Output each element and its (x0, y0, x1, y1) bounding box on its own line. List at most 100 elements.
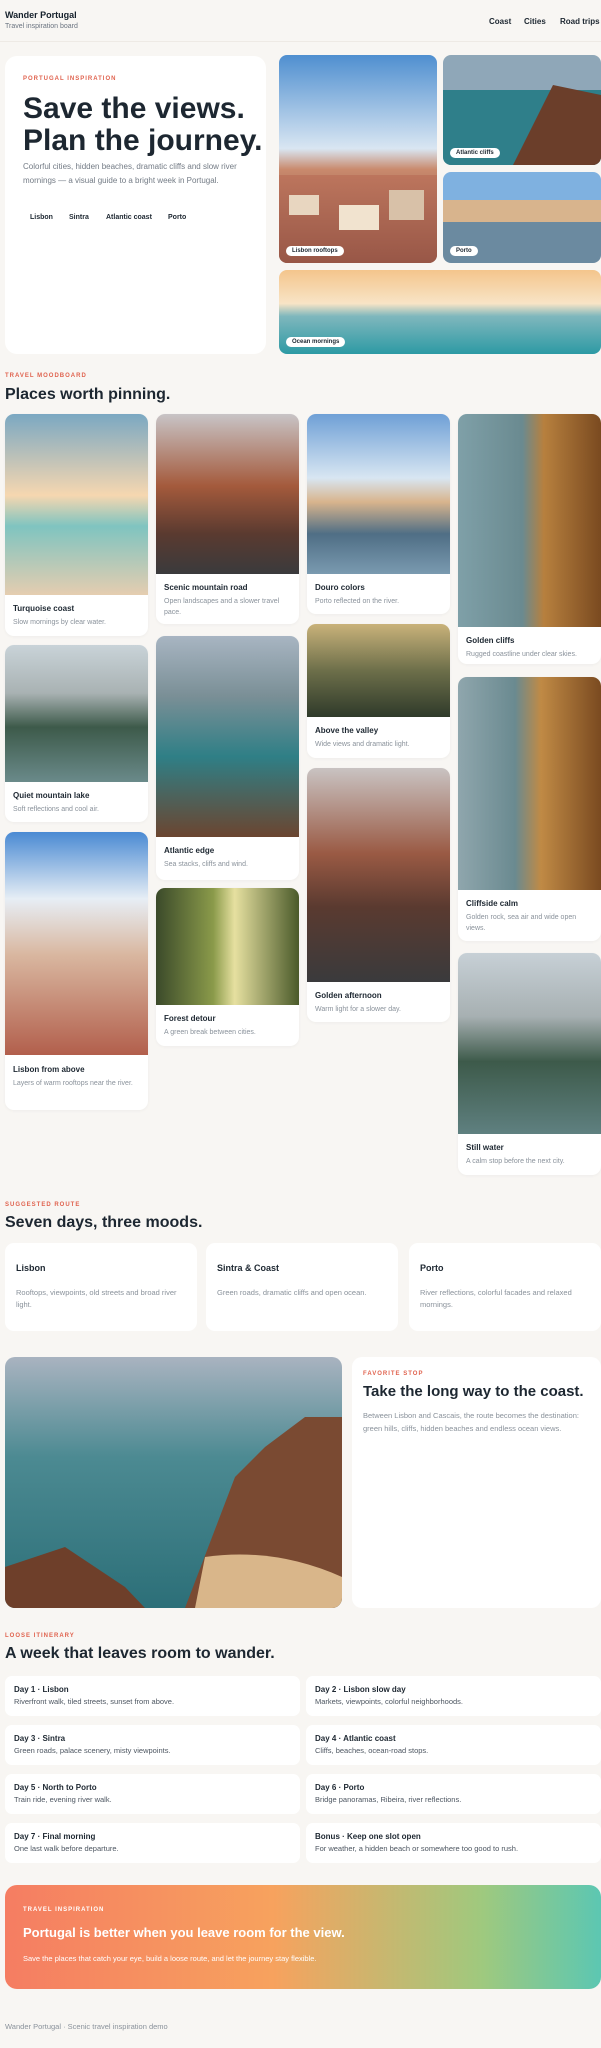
card-turquoise-coast[interactable]: Turquoise coast Slow mornings by clear w… (5, 414, 148, 636)
hero-title-line-1: Save the views. (23, 92, 245, 125)
itinerary-day-1[interactable]: Day 1 · Lisbon Riverfront walk, tiled str… (5, 1676, 300, 1716)
cta-banner: Travel inspiration Portugal is better wh… (5, 1885, 601, 1989)
forest-detour-image (156, 888, 299, 1005)
still-water-image (458, 953, 601, 1134)
caption-atlantic-cliffs: Atlantic cliffs (450, 148, 500, 158)
card-atlantic-edge[interactable]: Atlantic edge Sea stacks, cliffs and win… (156, 636, 299, 880)
brand-name[interactable]: Wander Portugal (5, 10, 77, 20)
card-title: Still water (466, 1143, 504, 1152)
route-card-title: Porto (420, 1263, 444, 1273)
card-desc: Golden rock, sea air and wide open views… (466, 914, 577, 932)
card-scenic-mountain-road[interactable]: Scenic mountain road Open landscapes and… (156, 414, 299, 624)
moodboard-title: Places worth pinning. (5, 386, 171, 403)
card-title: Above the valley (315, 726, 379, 735)
day-desc: Markets, viewpoints, colorful neighborho… (315, 1697, 463, 1706)
day-title: Day 7 · Final morning (14, 1832, 96, 1841)
card-forest-detour[interactable]: Forest detour A green break between citi… (156, 888, 299, 1046)
card-desc: Slow mornings by clear water. (13, 619, 106, 626)
cliffside-calm-image (458, 677, 601, 890)
day-title: Day 4 · Atlantic coast (315, 1734, 396, 1743)
nav-cities[interactable]: Cities (524, 17, 546, 26)
card-title: Golden afternoon (315, 991, 382, 1000)
day-desc: One last walk before departure. (14, 1844, 119, 1853)
card-desc: Soft reflections and cool air. (13, 806, 99, 813)
nav-coast[interactable]: Coast (489, 17, 511, 26)
day-desc: Green roads, palace scenery, misty viewp… (14, 1746, 171, 1755)
photo-lisbon-rooftops[interactable]: Lisbon rooftops (279, 55, 437, 263)
itinerary-day-2[interactable]: Day 2 · Lisbon slow day Markets, viewpoin… (306, 1676, 601, 1716)
photo-atlantic-cliffs[interactable]: Atlantic cliffs (443, 55, 601, 165)
card-quiet-mountain-lake[interactable]: Quiet mountain lake Soft reflections and… (5, 645, 148, 822)
turquoise-coast-image (5, 414, 148, 595)
day-desc: Riverfront walk, tiled streets, sunset f… (14, 1697, 175, 1706)
route-eyebrow: Suggested route (5, 1202, 81, 1208)
favorite-eyebrow: Favorite stop (363, 1371, 424, 1377)
douro-colors-image (307, 414, 450, 574)
card-title: Douro colors (315, 583, 365, 592)
route-card-lisbon[interactable]: Lisbon Rooftops, viewpoints, old streets… (5, 1243, 197, 1331)
route-card-porto[interactable]: Porto River reflections, colorful facade… (409, 1243, 601, 1331)
atlantic-edge-image (156, 636, 299, 837)
itinerary-eyebrow: Loose itinerary (5, 1633, 75, 1639)
card-title: Lisbon from above (13, 1065, 85, 1074)
card-title: Atlantic edge (164, 846, 215, 855)
card-douro-colors[interactable]: Douro colors Porto reflected on the rive… (307, 414, 450, 614)
hero-title-line-2: Plan the journey. (23, 124, 263, 157)
photo-ocean-mornings[interactable]: Ocean mornings (279, 270, 601, 354)
favorite-text: Between Lisbon and Cascais, the route be… (363, 1411, 579, 1433)
card-title: Forest detour (164, 1014, 216, 1023)
card-desc: Open landscapes and a slower travel pace… (164, 598, 280, 616)
route-card-sintra-coast[interactable]: Sintra & Coast Green roads, dramatic cli… (206, 1243, 398, 1331)
itinerary-bonus[interactable]: Bonus · Keep one slot open For weather, a… (306, 1823, 601, 1863)
chip-porto[interactable]: Porto (161, 212, 194, 226)
favorite-title: Take the long way to the coast. (363, 1383, 584, 1400)
day-desc: Train ride, evening river walk. (14, 1795, 112, 1804)
card-desc: Layers of warm rooftops near the river. (13, 1080, 133, 1087)
golden-cliffs-image (458, 414, 601, 627)
golden-afternoon-image (307, 768, 450, 982)
footer-text: Wander Portugal · Scenic travel inspirat… (5, 2022, 168, 2031)
day-desc: For weather, a hidden beach or somewhere… (315, 1844, 519, 1853)
card-golden-afternoon[interactable]: Golden afternoon Warm light for a slower… (307, 768, 450, 1022)
hero-title: Save the views. Plan the journey. (23, 93, 263, 157)
nav-road-trips[interactable]: Road trips (560, 17, 600, 26)
card-desc: A calm stop before the next city. (466, 1158, 565, 1165)
card-still-water[interactable]: Still water A calm stop before the next … (458, 953, 601, 1175)
itinerary-day-4[interactable]: Day 4 · Atlantic coast Cliffs, beaches, o… (306, 1725, 601, 1765)
card-title: Cliffside calm (466, 899, 519, 908)
card-desc: A green break between cities. (164, 1029, 256, 1036)
brand-subtitle: Travel inspiration board (5, 23, 78, 30)
lisbon-rooftops-image (279, 55, 437, 263)
card-desc: Warm light for a slower day. (315, 1006, 401, 1013)
chip-lisbon[interactable]: Lisbon (23, 212, 60, 226)
route-card-desc: Rooftops, viewpoints, old streets and br… (16, 1288, 177, 1309)
card-title: Quiet mountain lake (13, 791, 90, 800)
itinerary-day-5[interactable]: Day 5 · North to Porto Train ride, evenin… (5, 1774, 300, 1814)
itinerary-day-6[interactable]: Day 6 · Porto Bridge panoramas, Ribeira, … (306, 1774, 601, 1814)
photo-porto[interactable]: Porto (443, 172, 601, 263)
cta-eyebrow: Travel inspiration (23, 1907, 105, 1913)
quiet-mountain-lake-image (5, 645, 148, 782)
favorite-stop-image (5, 1357, 342, 1608)
itinerary-day-3[interactable]: Day 3 · Sintra Green roads, palace scener… (5, 1725, 300, 1765)
card-desc: Wide views and dramatic light. (315, 741, 410, 748)
itinerary-day-7[interactable]: Day 7 · Final morning One last walk befor… (5, 1823, 300, 1863)
chip-atlantic-coast[interactable]: Atlantic coast (99, 212, 159, 226)
card-lisbon-from-above[interactable]: Lisbon from above Layers of warm rooftop… (5, 832, 148, 1110)
card-above-the-valley[interactable]: Above the valley Wide views and dramatic… (307, 624, 450, 758)
day-title: Day 2 · Lisbon slow day (315, 1685, 406, 1694)
card-title: Scenic mountain road (164, 583, 248, 592)
coast-cliffs-image (5, 1357, 342, 1608)
scenic-mountain-road-image (156, 414, 299, 574)
above-the-valley-image (307, 624, 450, 717)
card-cliffside-calm[interactable]: Cliffside calm Golden rock, sea air and … (458, 677, 601, 941)
chip-sintra[interactable]: Sintra (62, 212, 96, 226)
caption-porto: Porto (450, 246, 478, 256)
card-golden-cliffs[interactable]: Golden cliffs Rugged coastline under cle… (458, 414, 601, 664)
card-title: Golden cliffs (466, 636, 515, 645)
hero-eyebrow: Portugal inspiration (23, 76, 117, 82)
card-desc: Rugged coastline under clear skies. (466, 651, 577, 658)
lisbon-from-above-image (5, 832, 148, 1055)
route-title: Seven days, three moods. (5, 1214, 203, 1231)
cta-text: Save the places that catch your eye, bui… (23, 1954, 317, 1963)
